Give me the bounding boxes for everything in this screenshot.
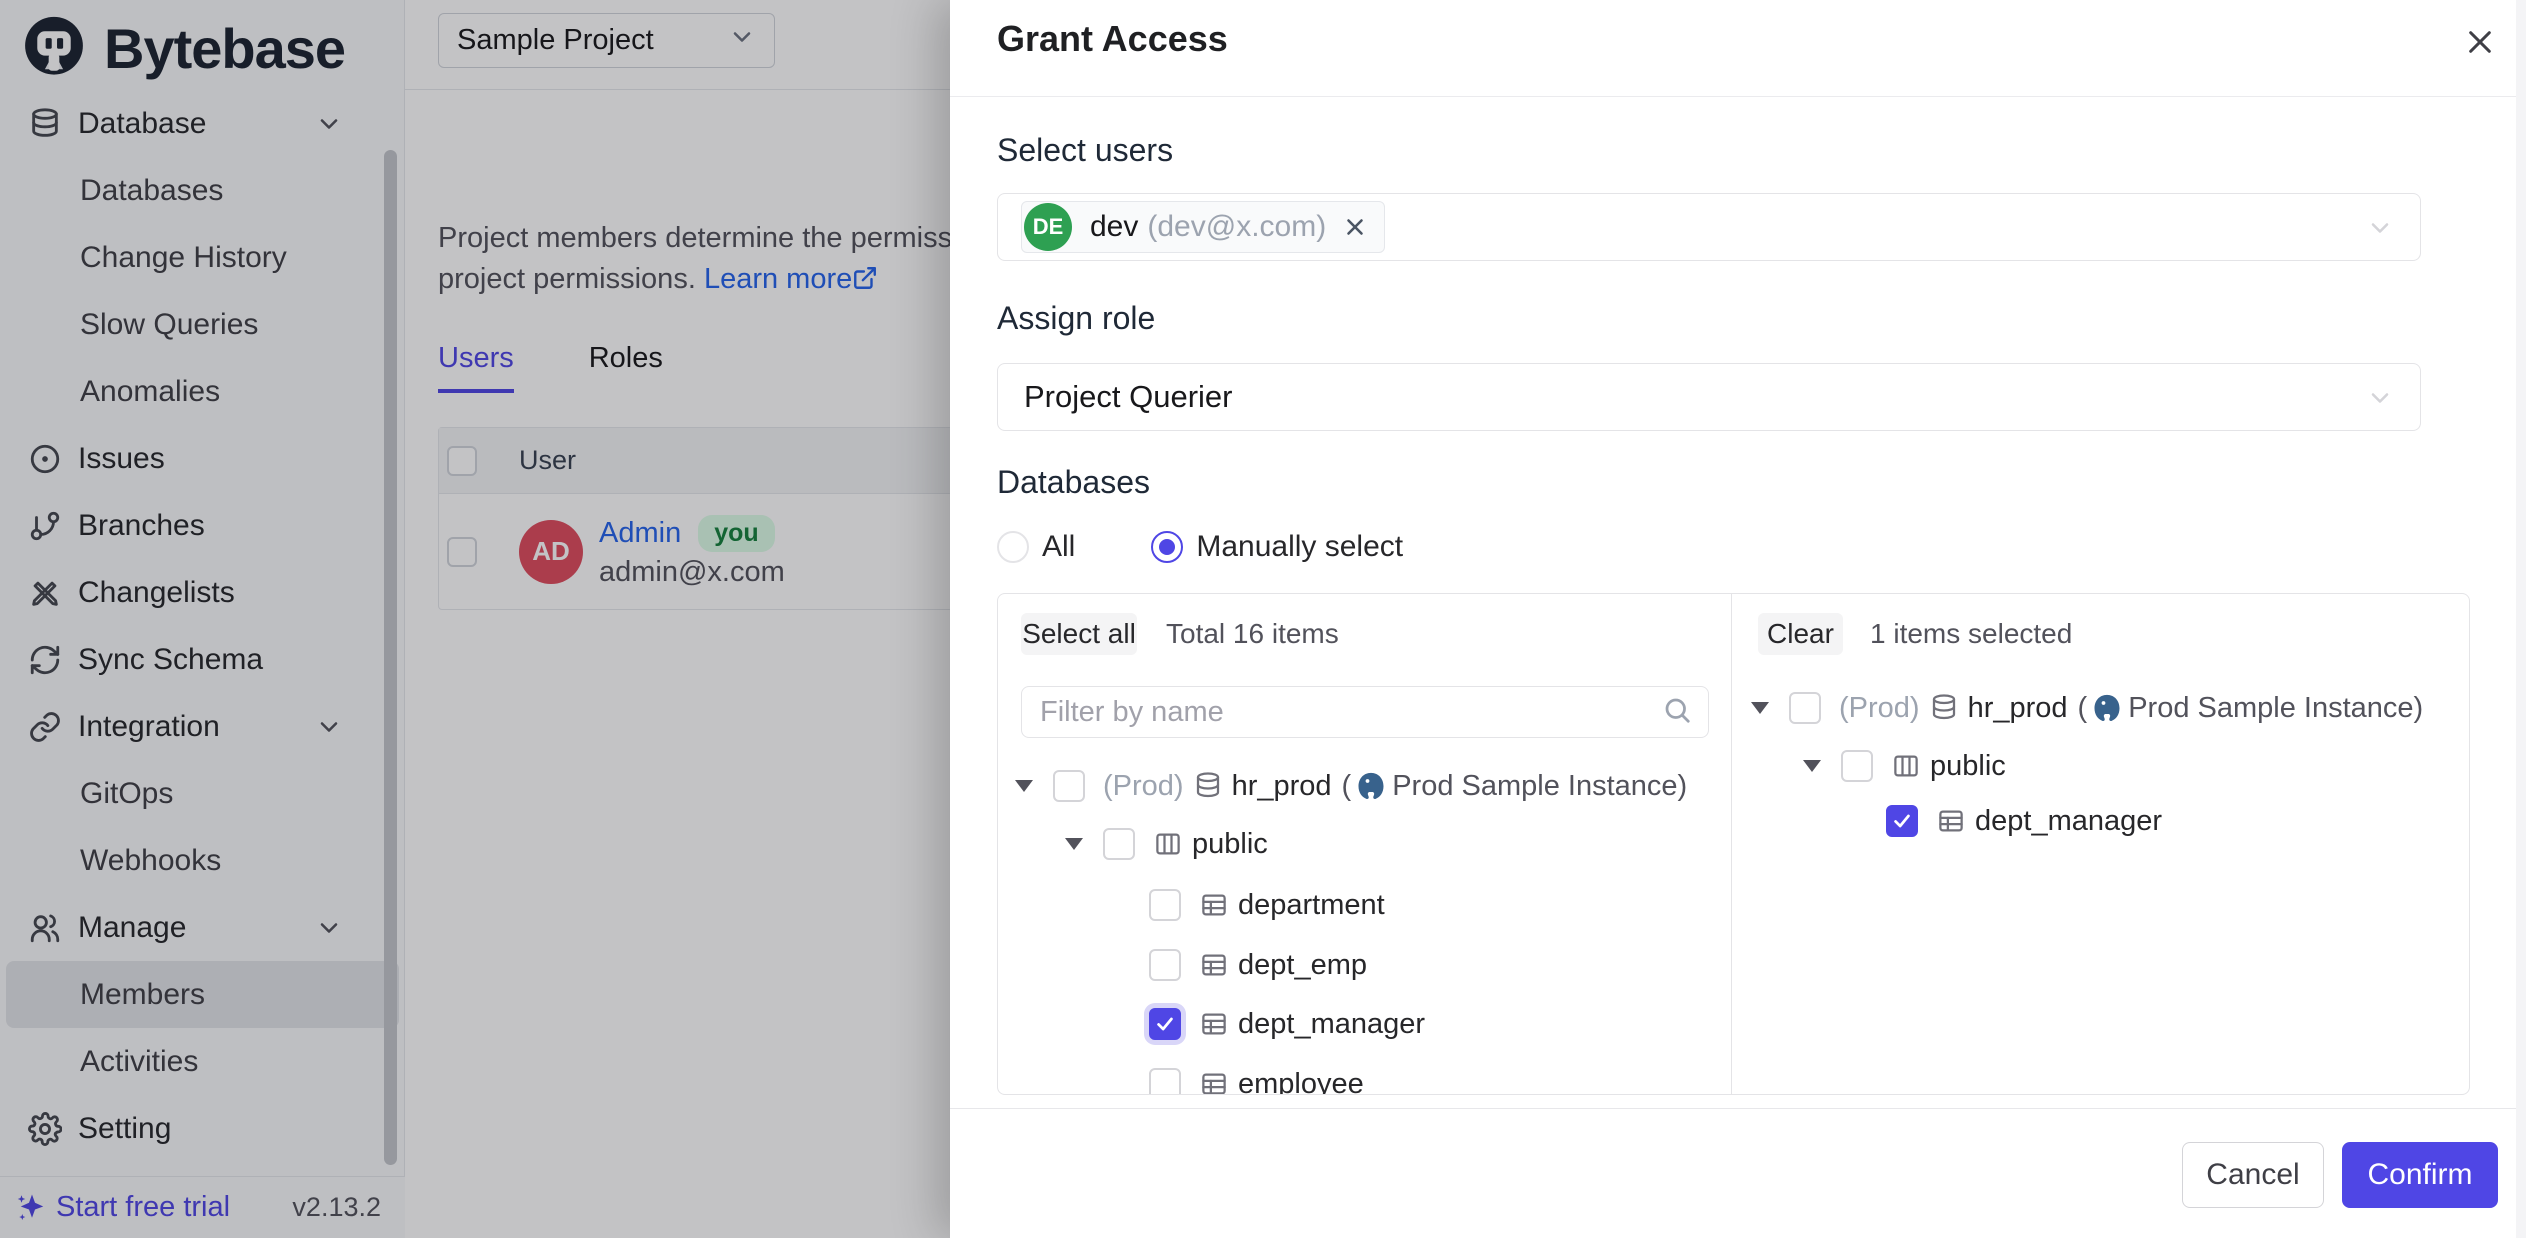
checkbox-checked[interactable] (1886, 805, 1918, 837)
clear-button[interactable]: Clear (1758, 613, 1843, 655)
caret-down-icon[interactable] (1065, 838, 1083, 850)
tree-row-schema[interactable]: public (1065, 814, 1268, 874)
checkbox[interactable] (1053, 770, 1085, 802)
postgresql-icon (2092, 693, 2122, 723)
table-icon (1936, 806, 1966, 836)
selected-user-chip: DE dev (dev@x.com) (1021, 201, 1385, 253)
tree-row-schema[interactable]: public (1803, 736, 2006, 796)
table-icon (1199, 1009, 1229, 1039)
caret-down-icon[interactable] (1015, 780, 1033, 792)
footer-divider (950, 1108, 2526, 1109)
database-scope-radios: All Manually select (997, 530, 1403, 564)
cancel-button[interactable]: Cancel (2182, 1142, 2324, 1208)
select-all-button[interactable]: Select all (1021, 613, 1137, 655)
checkbox[interactable] (1789, 692, 1821, 724)
total-items-label: Total 16 items (1166, 618, 1339, 650)
checkbox[interactable] (1841, 750, 1873, 782)
radio-manually-select[interactable] (1151, 531, 1183, 563)
search-icon (1662, 695, 1692, 730)
close-icon (2464, 26, 2496, 58)
modal-title: Grant Access (997, 18, 1228, 60)
modal-scrollbar[interactable] (2516, 0, 2526, 1238)
select-users-label: Select users (997, 132, 1173, 169)
tree-row-instance[interactable]: (Prod) hr_prod ( Prod Sample Instance) (1015, 756, 1687, 816)
schema-icon (1153, 829, 1183, 859)
tree-row-table[interactable]: dept_emp (1149, 935, 1367, 995)
checkbox[interactable] (1103, 828, 1135, 860)
filter-input[interactable] (1038, 695, 1662, 730)
selected-count-label: 1 items selected (1870, 618, 2072, 650)
assign-role-select[interactable]: Project Querier (997, 363, 2421, 431)
radio-all[interactable] (997, 531, 1029, 563)
modal-backdrop[interactable] (0, 0, 950, 1238)
tree-row-table[interactable]: dept_manager (1149, 994, 1425, 1054)
tree-row-instance[interactable]: (Prod) hr_prod ( Prod Sample Instance) (1751, 678, 2423, 738)
remove-user-icon[interactable] (1342, 214, 1368, 240)
checkbox[interactable] (1149, 889, 1181, 921)
databases-label: Databases (997, 464, 1150, 501)
app-window: Bytebase Database Databases Change Histo… (0, 0, 2526, 1238)
database-icon (1193, 771, 1223, 801)
chip-user-email: (dev@x.com) (1147, 210, 1326, 244)
database-icon (1929, 693, 1959, 723)
checkbox[interactable] (1149, 949, 1181, 981)
chevron-down-icon (2366, 214, 2394, 247)
close-button[interactable] (2460, 22, 2500, 62)
database-transfer-panel: Select all Total 16 items (Prod) hr_prod… (997, 593, 2470, 1095)
assign-role-label: Assign role (997, 300, 1155, 337)
filter-input-wrap (1021, 686, 1709, 738)
chevron-down-icon (2366, 384, 2394, 417)
confirm-button[interactable]: Confirm (2342, 1142, 2498, 1208)
table-icon (1199, 950, 1229, 980)
table-icon (1199, 1069, 1229, 1095)
checkbox-checked[interactable] (1149, 1008, 1181, 1040)
tree-row-table[interactable]: employee (1149, 1054, 1364, 1095)
table-icon (1199, 890, 1229, 920)
avatar: DE (1024, 203, 1072, 251)
radio-all-label[interactable]: All (1042, 530, 1075, 564)
grant-access-modal: Grant Access Select users DE dev (dev@x.… (950, 0, 2526, 1238)
postgresql-icon (1356, 771, 1386, 801)
schema-icon (1891, 751, 1921, 781)
radio-manual-label[interactable]: Manually select (1196, 530, 1403, 564)
tree-row-table[interactable]: dept_manager (1886, 791, 2162, 851)
chip-user-name: dev (1090, 210, 1138, 244)
header-divider (950, 96, 2526, 97)
assign-role-value: Project Querier (1024, 379, 1232, 415)
caret-down-icon[interactable] (1803, 760, 1821, 772)
select-users-field[interactable]: DE dev (dev@x.com) (997, 193, 2421, 261)
checkbox[interactable] (1149, 1068, 1181, 1095)
caret-down-icon[interactable] (1751, 702, 1769, 714)
panel-divider (1731, 594, 1732, 1094)
tree-row-table[interactable]: department (1149, 875, 1385, 935)
